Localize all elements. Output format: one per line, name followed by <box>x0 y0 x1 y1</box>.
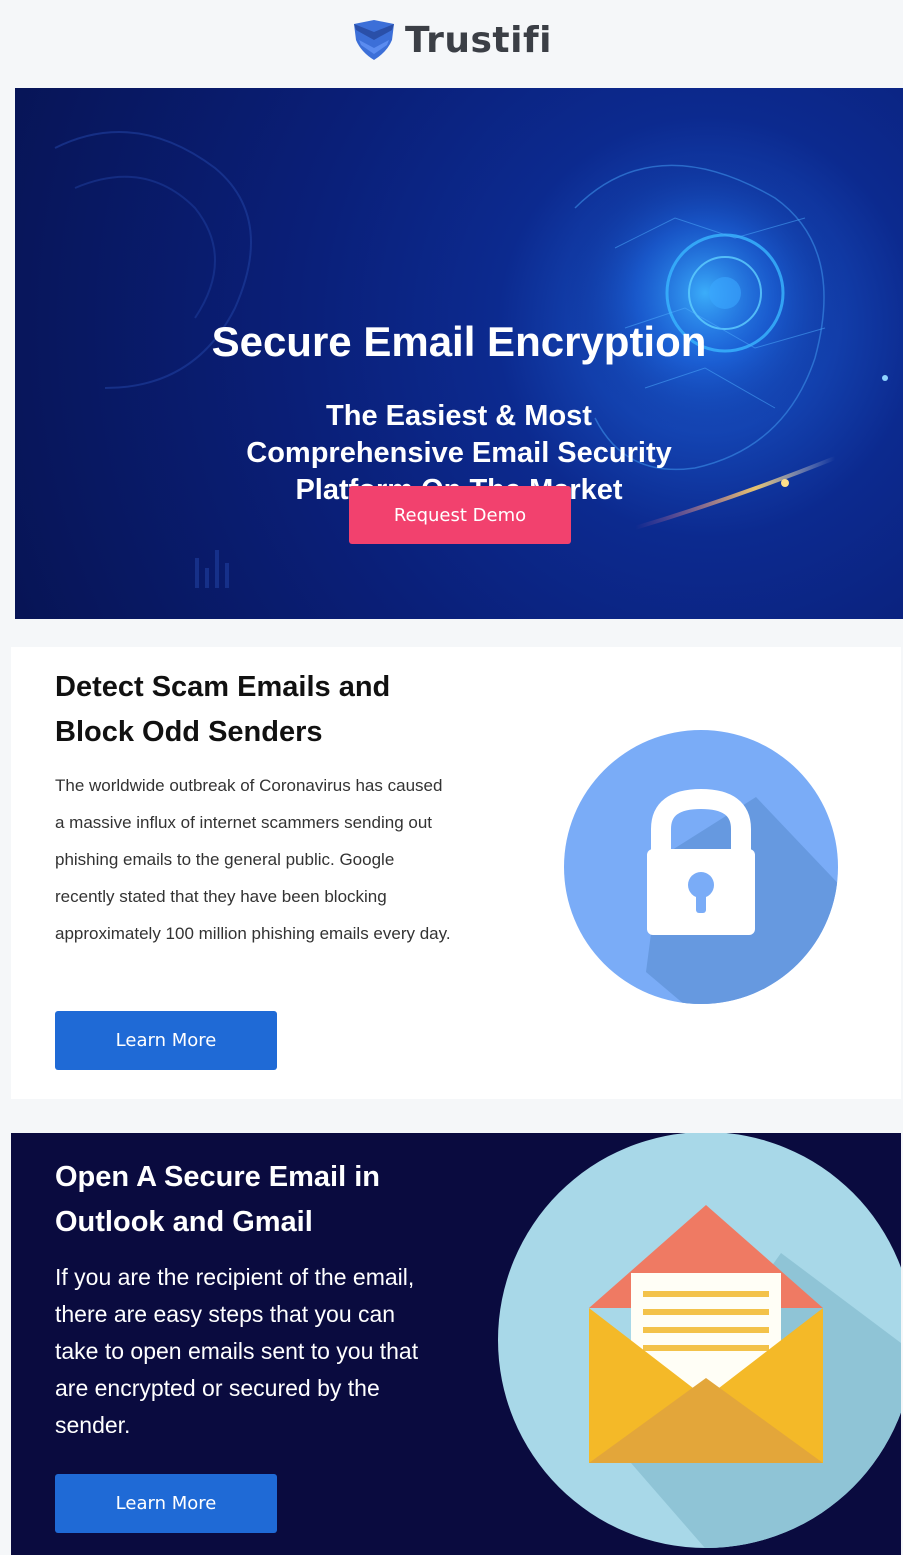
secure-email-section: Open A Secure Email in Outlook and Gmail… <box>11 1133 901 1555</box>
section-heading: Detect Scam Emails and Block Odd Senders <box>55 665 475 755</box>
hero-subtitle-line: Comprehensive Email Security <box>246 437 672 469</box>
section-body: The worldwide outbreak of Coronavirus ha… <box>55 776 451 943</box>
shield-check-icon <box>354 20 395 60</box>
brand-logo[interactable]: Trustifi <box>351 18 552 62</box>
padlock-icon <box>564 730 838 1004</box>
hero-banner: Secure Email Encryption The Easiest & Mo… <box>15 88 903 619</box>
learn-more-button[interactable]: Learn More <box>55 1011 277 1070</box>
heading-line: Block Odd Senders <box>55 716 323 748</box>
brand-name: Trustifi <box>405 19 552 61</box>
envelope-letter-icon <box>498 1133 901 1548</box>
learn-more-button[interactable]: Learn More <box>55 1474 277 1533</box>
hero-title: Secure Email Encryption <box>211 318 707 365</box>
hero-subtitle-line: The Easiest & Most <box>326 400 592 432</box>
header: Trustifi <box>0 0 903 80</box>
section-body: If you are the recipient of the email, t… <box>55 1264 419 1438</box>
heading-line: Open A Secure Email in <box>55 1161 381 1193</box>
scam-emails-section: Detect Scam Emails and Block Odd Senders… <box>11 647 901 1099</box>
request-demo-button[interactable]: Request Demo <box>349 486 571 544</box>
heading-line: Detect Scam Emails and <box>55 671 391 703</box>
heading-line: Outlook and Gmail <box>55 1206 313 1238</box>
section-heading: Open A Secure Email in Outlook and Gmail <box>55 1155 475 1245</box>
